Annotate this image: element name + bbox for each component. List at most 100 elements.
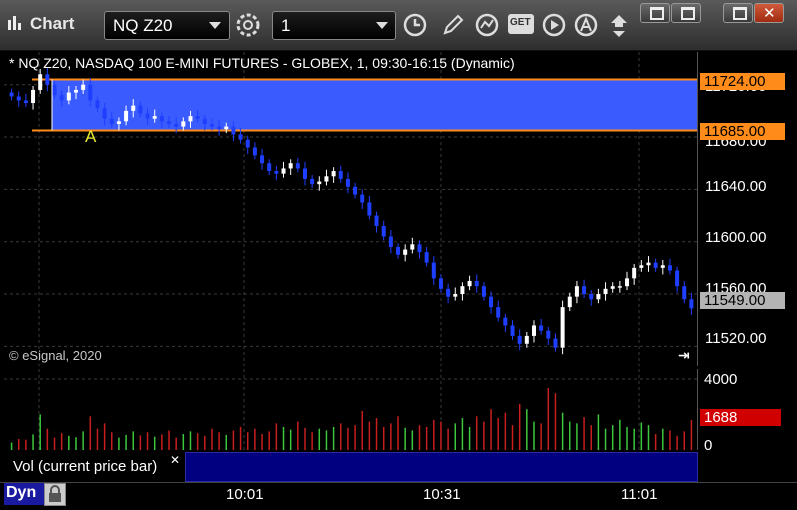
volume-current-tag: 1688 <box>700 409 781 426</box>
candle-body <box>610 286 615 289</box>
candle-body <box>646 262 651 266</box>
symbol-dropdown[interactable]: NQ Z20 <box>104 11 230 40</box>
candle-body <box>467 280 472 287</box>
get-icon[interactable]: GET <box>508 14 534 34</box>
candle-body <box>653 262 658 268</box>
last-price-tag: 11549.00 <box>700 292 785 309</box>
time-tick-label: 11:01 <box>621 486 658 503</box>
candle-body <box>52 84 57 96</box>
candle-body <box>381 226 386 237</box>
candle-body <box>188 116 193 122</box>
candle-body <box>596 294 601 300</box>
candle-body <box>159 116 164 122</box>
close-button[interactable]: ✕ <box>754 3 784 23</box>
candle-body <box>209 123 214 127</box>
volume-axis[interactable]: 4000 1688 0 <box>697 369 797 454</box>
maximize-window-button[interactable] <box>671 3 701 23</box>
candle-body <box>474 280 479 287</box>
scroll-to-end-icon[interactable]: ⇥ <box>678 347 690 364</box>
candle-body <box>481 286 486 297</box>
maximize-icon <box>681 7 695 20</box>
candle-body <box>116 121 121 124</box>
candle-body <box>517 335 522 344</box>
clock-icon[interactable] <box>402 12 428 38</box>
candle-body <box>9 92 14 97</box>
volume-chart-svg <box>4 369 697 450</box>
lock-icon[interactable] <box>44 483 66 506</box>
interval-value: 1 <box>281 16 291 35</box>
candle-body <box>560 307 565 348</box>
candle-body <box>331 171 336 177</box>
candle-body <box>496 307 501 318</box>
candle-body <box>152 116 157 119</box>
candle-body <box>582 286 587 295</box>
candle-body <box>453 294 458 297</box>
minimize-button[interactable] <box>723 3 753 23</box>
candle-body <box>145 113 150 119</box>
price-chart[interactable] <box>4 52 697 366</box>
price-tick-label: 11640.00 <box>705 178 767 195</box>
annotation-label: A <box>85 127 97 146</box>
pencil-icon[interactable] <box>440 12 466 38</box>
restore-button[interactable] <box>640 3 670 23</box>
candle-body <box>417 244 422 253</box>
chart-app-icon <box>8 16 21 30</box>
candle-body <box>281 168 286 174</box>
app-title: Chart <box>30 14 75 33</box>
interval-dropdown[interactable]: 1 <box>272 11 396 40</box>
candle-body <box>682 286 687 300</box>
candle-body <box>288 163 293 169</box>
chevron-down-icon <box>209 22 221 29</box>
candle-body <box>102 108 107 119</box>
get-label: GET <box>510 17 531 28</box>
candle-body <box>567 296 572 308</box>
chevron-down-icon <box>376 22 388 29</box>
candle-body <box>217 126 222 130</box>
candle-body <box>109 118 114 124</box>
study-icon[interactable] <box>474 12 500 38</box>
candle-body <box>539 325 544 331</box>
candle-body <box>503 317 508 326</box>
candle-body <box>38 74 43 90</box>
candle-body <box>195 116 200 119</box>
chart-header: * NQ Z20, NASDAQ 100 E-MINI FUTURES - GL… <box>9 55 515 71</box>
candle-body <box>546 330 551 339</box>
candle-body <box>88 84 93 101</box>
candle-body <box>489 296 494 308</box>
candle-body <box>367 202 372 216</box>
candle-body <box>446 288 451 297</box>
arrows-icon[interactable] <box>606 12 632 38</box>
candle-body <box>531 325 536 336</box>
candle-body <box>31 89 36 104</box>
candle-body <box>403 249 408 255</box>
candle-body <box>338 171 343 179</box>
candle-body <box>81 84 86 90</box>
candle-body <box>625 278 630 287</box>
band-low-tag: 11685.00 <box>700 123 785 140</box>
candle-body <box>617 286 622 288</box>
candle-body <box>202 118 207 124</box>
close-study-icon[interactable]: ✕ <box>170 453 180 467</box>
candle-body <box>632 267 637 279</box>
candle-body <box>167 121 172 124</box>
candle-body <box>174 123 179 127</box>
alert-icon[interactable] <box>573 12 599 38</box>
play-icon[interactable] <box>541 12 567 38</box>
candle-body <box>73 89 78 93</box>
candle-body <box>396 246 401 255</box>
time-tick-label: 10:31 <box>423 486 461 503</box>
volume-legend-band <box>185 452 698 482</box>
candle-body <box>45 74 50 85</box>
time-axis[interactable] <box>0 482 797 508</box>
price-axis[interactable]: 11720.00 11680.00 11640.00 11600.00 1156… <box>697 52 797 366</box>
candle-body <box>574 286 579 297</box>
dynamic-mode-button[interactable]: Dyn <box>4 483 46 505</box>
candle-body <box>252 147 257 156</box>
candle-body <box>95 100 100 109</box>
candle-body <box>360 194 365 203</box>
candle-body <box>238 134 243 140</box>
settings-icon[interactable] <box>235 12 261 38</box>
candle-body <box>231 126 236 135</box>
volume-chart[interactable] <box>4 369 697 450</box>
candle-body <box>310 178 315 185</box>
